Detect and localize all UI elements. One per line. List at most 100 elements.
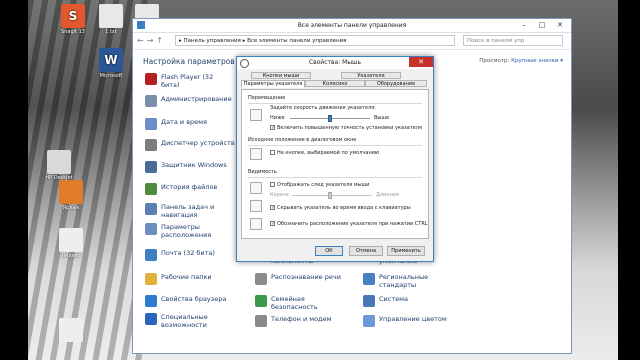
control-panel-item[interactable]: Администрирование [145,95,232,107]
hide-pointer-icon [250,200,262,212]
dialog-close-button[interactable]: ✕ [409,57,433,67]
control-panel-item-label: Телефон и модем [271,315,332,323]
tab-wheel[interactable]: Колесико [305,80,365,87]
trails-slider-thumb[interactable] [328,192,332,199]
control-panel-item[interactable]: Семейная безопасность [255,295,331,311]
snap-to-label: На кнопке, выбираемой по умолчанию [277,150,380,156]
control-panel-item-label: Почта (32 бита) [161,249,215,257]
tab-pointer-options[interactable]: Параметры указателя [241,80,305,88]
trails-long-label: Длиннее [376,192,400,198]
control-panel-item[interactable]: Панель задач и навигация [145,203,221,219]
desktop-icon[interactable]: HP Deskjet [36,150,82,181]
trails-slider-track[interactable] [292,195,372,196]
precision-label: Включить повышенную точность установки у… [277,125,422,131]
pointer-trails-icon [250,182,262,194]
file-history-icon [145,183,157,195]
control-panel-titlebar[interactable]: Все элементы панели управления – □ ✕ [133,19,571,33]
control-panel-item[interactable]: Защитник Windows [145,161,227,173]
desktop-icon-label: Ярлык [62,205,80,211]
nav-back-forward-icon[interactable]: ←→↑ [137,36,173,46]
hide-pointer-checkbox[interactable]: ✓ [270,205,275,211]
defender-icon [145,161,157,173]
control-panel-item[interactable]: Телефон и модем [255,315,332,327]
system-icon [363,295,375,307]
control-panel-item[interactable]: Рабочие папки [145,273,212,285]
clock-icon [145,118,157,130]
control-panel-item[interactable]: История файлов [145,183,217,195]
divider [248,103,422,104]
desktop-shortcut-icon [99,4,123,28]
control-panel-item-label: Региональные стандарты [379,273,429,289]
admin-tools-icon [145,95,157,107]
trails-label: Отображать след указателя мыши [277,182,370,188]
control-panel-item[interactable]: Свойства браузера [145,295,226,307]
trails-checkbox[interactable] [270,182,275,187]
speed-slider-thumb[interactable] [328,115,332,122]
mouse-properties-dialog: Свойства: Мышь ✕ Кнопки мыши Указатели П… [236,56,434,262]
microphone-icon [255,273,267,285]
browser-icon [145,295,157,307]
search-input[interactable]: Поиск в панели упр [463,35,563,46]
desktop-icon[interactable]: W Microsoft [88,48,134,79]
divider [248,145,422,146]
view-value[interactable]: Крупные значки ▾ [511,58,563,64]
dialog-titlebar[interactable]: Свойства: Мышь ✕ [237,57,433,69]
control-panel-item-label: Панель задач и навигация [161,203,215,219]
control-panel-item[interactable]: Flash Player (32 бита) [145,73,221,89]
accessibility-icon [145,313,157,325]
precision-checkbox[interactable]: ✓ [270,125,275,131]
desktop-icon[interactable]: Яндекс [48,228,94,259]
apply-button[interactable]: Применить [387,246,425,256]
movement-group-title: Перемещение [248,95,286,101]
tab-mouse-buttons[interactable]: Кнопки мыши [251,72,311,79]
work-folders-icon [145,273,157,285]
desktop-shortcut-icon [59,318,83,342]
control-panel-item-label: Дата и время [161,118,207,126]
control-panel-item[interactable]: Диспетчер устройств [145,139,235,151]
minimize-button[interactable]: – [515,19,533,31]
desktop-icon-label: Яндекс [61,253,81,259]
color-management-icon [363,315,375,327]
speed-fast-label: Выше [374,115,390,121]
speed-slow-label: Ниже [270,115,285,121]
control-panel-item-label: Специальные возможности [161,313,208,329]
device-manager-icon [145,139,157,151]
control-panel-item-label: Параметры расположения [161,223,212,239]
control-panel-item[interactable]: Почта (32 бита) [145,249,215,261]
modem-icon [255,315,267,327]
trails-short-label: Короче [270,192,289,198]
ctrl-locate-label: Обозначить расположение указателя при на… [277,221,428,227]
control-panel-item[interactable]: Управление цветом [363,315,447,327]
maximize-button[interactable]: □ [533,19,551,31]
dialog-title: Свойства: Мышь [308,59,362,66]
desktop-icon[interactable]: Ярлык [48,180,94,211]
snap-to-checkbox[interactable] [270,150,275,155]
control-panel-item-label: Защитник Windows [161,161,227,169]
control-panel-item[interactable]: Региональные стандарты [363,273,439,289]
control-panel-item-label: Управление цветом [379,315,447,323]
control-panel-item[interactable]: Система [363,295,408,307]
region-icon [363,273,375,285]
tab-hardware[interactable]: Оборудование [365,80,427,87]
control-panel-item-label: Диспетчер устройств [161,139,235,147]
desktop-shortcut-icon: S [61,4,85,28]
ctrl-locate-checkbox[interactable]: ✓ [270,221,275,227]
control-panel-item[interactable]: Распознавание речи [255,273,341,285]
close-button[interactable]: ✕ [551,19,569,31]
mail-icon [145,249,157,261]
tab-pointers[interactable]: Указатели [341,72,401,79]
control-panel-item[interactable]: Специальные возможности [145,313,221,329]
view-selector[interactable]: Просмотр: Крупные значки ▾ [479,58,563,64]
control-panel-item-label: Рабочие папки [161,273,212,281]
desktop-icon[interactable] [48,318,94,343]
address-bar[interactable]: ▸ Панель управления ▸ Все элементы панел… [175,35,455,46]
hide-pointer-label: Скрывать указатель во время ввода с клав… [277,205,411,211]
control-panel-item[interactable]: Дата и время [145,118,207,130]
control-panel-item-label: Администрирование [161,95,232,103]
control-panel-item[interactable]: Параметры расположения [145,223,221,239]
desktop-icon-label: Microsoft [99,73,123,79]
cancel-button[interactable]: Отмена [349,246,383,256]
divider [248,177,422,178]
ok-button[interactable]: ОК [315,246,343,256]
control-panel-item-label: Распознавание речи [271,273,341,281]
